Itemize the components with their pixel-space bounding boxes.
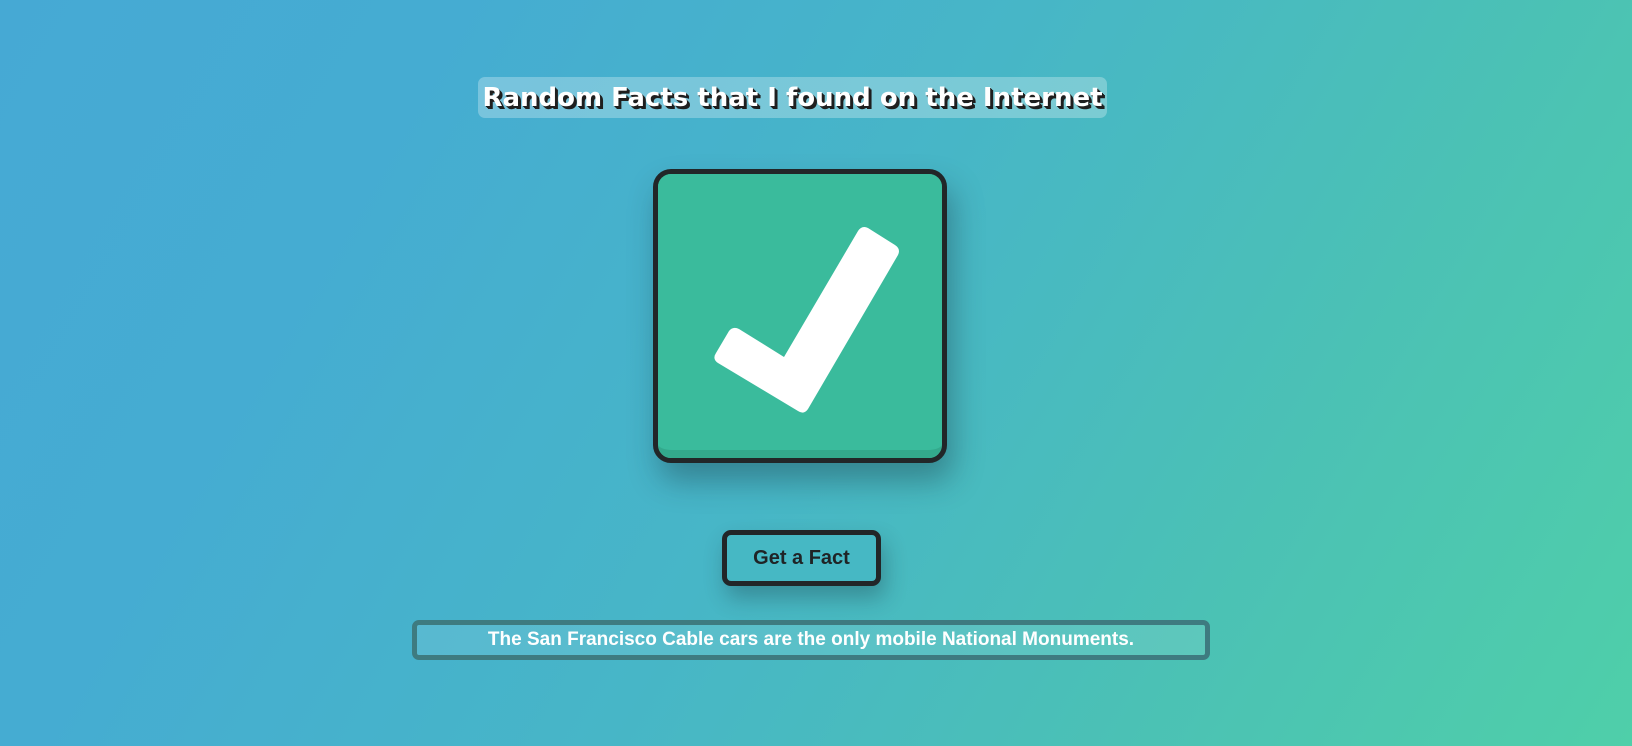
fact-text: The San Francisco Cable cars are the onl…	[487, 629, 1135, 650]
status-card	[653, 169, 947, 463]
title-banner: Random Facts that I found on the Interne…	[478, 77, 1107, 118]
checkmark-icon	[714, 227, 899, 413]
fact-display: The San Francisco Cable cars are the onl…	[412, 620, 1210, 660]
page-title: Random Facts that I found on the Interne…	[482, 82, 1103, 113]
get-fact-button[interactable]: Get a Fact	[722, 530, 881, 586]
